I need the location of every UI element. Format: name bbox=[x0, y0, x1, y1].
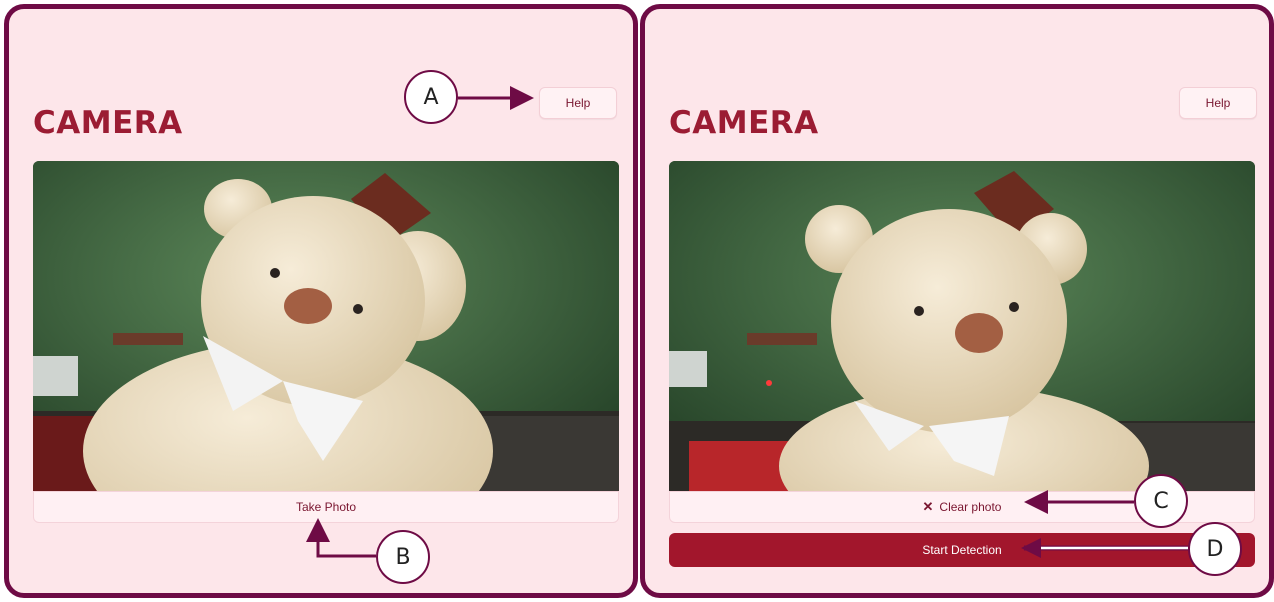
start-detection-button[interactable]: Start Detection bbox=[669, 533, 1255, 567]
callout-a: A bbox=[404, 70, 458, 124]
camera-preview bbox=[33, 161, 619, 491]
clear-photo-label: Clear photo bbox=[939, 500, 1002, 514]
callout-c: C bbox=[1134, 474, 1188, 528]
take-photo-label: Take Photo bbox=[295, 500, 357, 514]
page-title: CAMERA bbox=[669, 105, 819, 141]
callout-b: B bbox=[376, 530, 430, 584]
callout-d: D bbox=[1188, 522, 1242, 576]
start-detection-label: Start Detection bbox=[922, 543, 1002, 557]
captured-photo bbox=[669, 161, 1255, 491]
close-icon: ✕ bbox=[922, 499, 934, 514]
take-photo-button[interactable]: Take Photo bbox=[33, 491, 619, 523]
camera-panel-before: CAMERA Help Take Photo bbox=[4, 4, 638, 598]
help-button[interactable]: Help bbox=[1179, 87, 1257, 119]
help-button[interactable]: Help bbox=[539, 87, 617, 119]
page-title: CAMERA bbox=[33, 105, 183, 141]
